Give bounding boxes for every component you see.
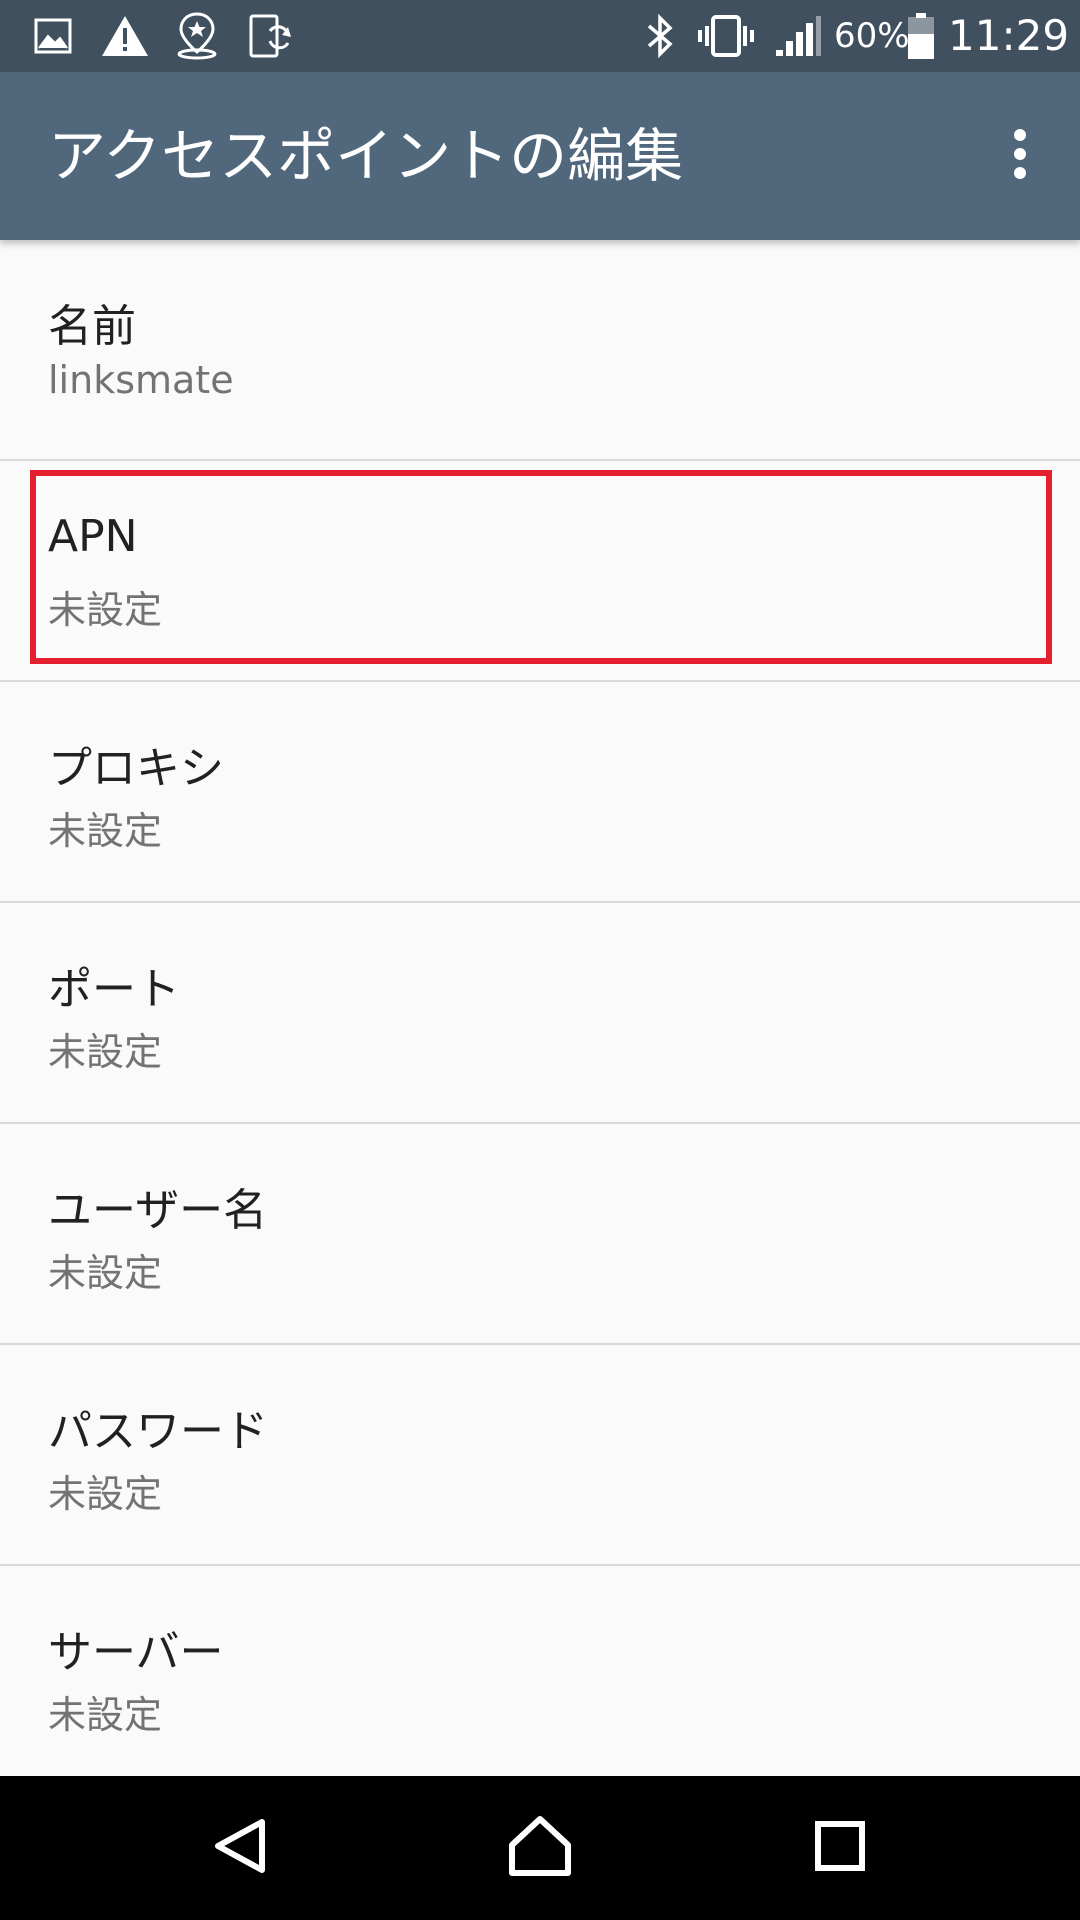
setting-name[interactable]: 名前 linksmate bbox=[0, 240, 1080, 461]
setting-value: 未設定 bbox=[48, 1472, 163, 1516]
battery-icon bbox=[906, 13, 936, 59]
app-bar: アクセスポイントの編集 bbox=[0, 72, 1080, 240]
status-bar: 60% 11:29 bbox=[0, 0, 1080, 72]
setting-value: 未設定 bbox=[48, 588, 163, 632]
apn-settings-list: 名前 linksmate APN 未設定 プロキシ 未設定 ポート 未設定 ユー… bbox=[0, 240, 1080, 1776]
home-button[interactable] bbox=[490, 1808, 590, 1888]
overflow-menu-button[interactable] bbox=[984, 114, 1056, 198]
battery-percent: 60% bbox=[834, 16, 910, 56]
home-icon bbox=[508, 1815, 572, 1881]
recents-button[interactable] bbox=[790, 1808, 890, 1888]
setting-title: プロキシ bbox=[48, 743, 224, 794]
setting-title: APN bbox=[48, 511, 138, 562]
setting-password[interactable]: パスワード 未設定 bbox=[0, 1345, 1080, 1566]
setting-value: 未設定 bbox=[48, 1251, 163, 1295]
vibrate-icon bbox=[696, 14, 756, 58]
setting-apn[interactable]: APN 未設定 bbox=[0, 461, 1080, 682]
setting-username[interactable]: ユーザー名 未設定 bbox=[0, 1124, 1080, 1345]
image-icon bbox=[34, 14, 72, 58]
signal-icon bbox=[774, 14, 822, 58]
setting-title: ユーザー名 bbox=[48, 1185, 268, 1236]
setting-server[interactable]: サーバー 未設定 bbox=[0, 1566, 1080, 1776]
setting-port[interactable]: ポート 未設定 bbox=[0, 903, 1080, 1124]
page-title: アクセスポイントの編集 bbox=[48, 122, 684, 190]
device-sync-icon bbox=[248, 14, 294, 58]
recents-icon bbox=[814, 1820, 866, 1876]
location-star-icon bbox=[174, 12, 220, 60]
setting-title: サーバー bbox=[48, 1627, 224, 1678]
back-button[interactable] bbox=[190, 1808, 290, 1888]
setting-value: 未設定 bbox=[48, 1030, 163, 1074]
setting-title: ポート bbox=[48, 964, 180, 1015]
clock: 11:29 bbox=[948, 11, 1070, 60]
navigation-bar bbox=[0, 1776, 1080, 1920]
setting-value: 未設定 bbox=[48, 809, 163, 853]
more-vert-icon bbox=[1012, 128, 1028, 184]
bluetooth-icon bbox=[644, 14, 676, 58]
setting-title: パスワード bbox=[48, 1406, 268, 1457]
setting-value: 未設定 bbox=[48, 1693, 163, 1737]
setting-title: 名前 bbox=[48, 301, 136, 352]
setting-proxy[interactable]: プロキシ 未設定 bbox=[0, 682, 1080, 903]
warning-icon bbox=[100, 14, 150, 58]
back-icon bbox=[210, 1816, 270, 1880]
setting-value: linksmate bbox=[48, 358, 234, 402]
